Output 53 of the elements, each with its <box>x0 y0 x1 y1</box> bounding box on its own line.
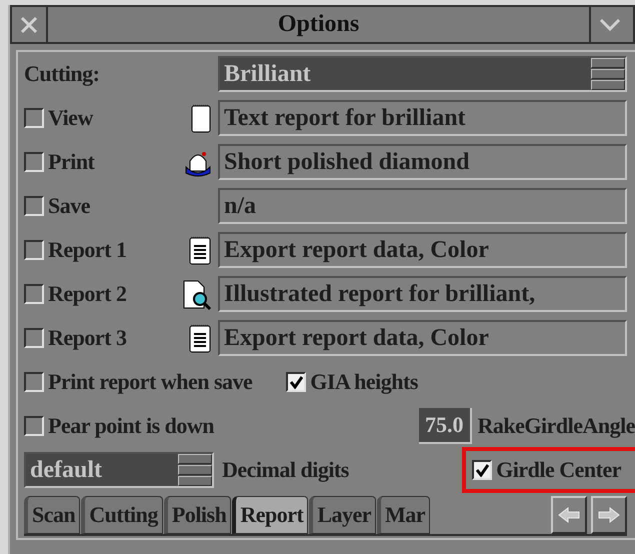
decimal-digits-dropdown[interactable]: default <box>24 452 214 488</box>
field-label: Cutting: <box>24 60 100 88</box>
tab[interactable]: Layer <box>309 496 376 534</box>
magnifier-page-icon <box>182 278 212 310</box>
checkbox-label: Girdle Center <box>496 456 621 484</box>
checkbox-label: Print <box>48 148 94 176</box>
notepad-icon <box>188 322 212 354</box>
tab[interactable]: Cutting <box>81 496 163 534</box>
tab[interactable]: Polish <box>164 496 232 534</box>
tab[interactable]: Report <box>232 496 308 534</box>
page-icon <box>190 103 212 133</box>
field-label: Decimal digits <box>222 456 349 484</box>
checkbox-label: Print report when save <box>48 368 252 396</box>
checkbox[interactable] <box>24 152 44 172</box>
close-icon <box>19 14 39 34</box>
dropdown-value: default <box>30 456 103 485</box>
checkbox[interactable] <box>24 328 44 348</box>
list-button[interactable] <box>178 454 212 486</box>
tab[interactable]: Mar <box>377 496 430 534</box>
checkbox[interactable] <box>286 372 306 392</box>
cutting-dropdown[interactable]: Brilliant <box>218 56 627 92</box>
description-field[interactable]: Export report data, Color <box>218 320 627 356</box>
notepad-icon <box>188 234 212 266</box>
checkbox[interactable] <box>24 108 44 128</box>
checkbox[interactable] <box>24 284 44 304</box>
checkbox-label: Report 2 <box>48 280 126 308</box>
checkbox[interactable] <box>472 460 492 480</box>
window-title: Options <box>276 10 360 39</box>
checkbox-label: Pear point is down <box>48 412 214 440</box>
description-field[interactable]: Export report data, Color <box>218 232 627 268</box>
checkbox[interactable] <box>24 240 44 260</box>
angle-input[interactable]: 75.0 <box>419 408 472 444</box>
checkbox-label: Save <box>48 192 90 220</box>
scroll-right-button[interactable] <box>591 496 627 534</box>
description-field[interactable]: Short polished diamond <box>218 144 627 180</box>
checkbox-label: View <box>48 104 93 132</box>
checkbox-label: Report 3 <box>48 324 126 352</box>
arrow-right-icon <box>597 506 621 524</box>
chevron-down-icon <box>599 18 621 32</box>
description-field[interactable]: n/a <box>218 188 627 224</box>
arrow-left-icon <box>557 506 581 524</box>
checkbox[interactable] <box>24 372 44 392</box>
tab[interactable]: Scan <box>24 496 80 534</box>
checkbox-label: GIA heights <box>310 368 418 396</box>
checkbox[interactable] <box>24 416 44 436</box>
dropdown-value: Brilliant <box>224 60 312 89</box>
list-button[interactable] <box>591 58 625 90</box>
description-field[interactable]: Text report for brilliant <box>218 100 627 136</box>
checkbox-label: Report 1 <box>48 236 126 264</box>
scroll-left-button[interactable] <box>551 496 587 534</box>
description-field[interactable]: Illustrated report for brilliant, <box>218 276 627 312</box>
field-label: RakeGirdleAngle <box>478 412 635 440</box>
checkbox[interactable] <box>24 196 44 216</box>
